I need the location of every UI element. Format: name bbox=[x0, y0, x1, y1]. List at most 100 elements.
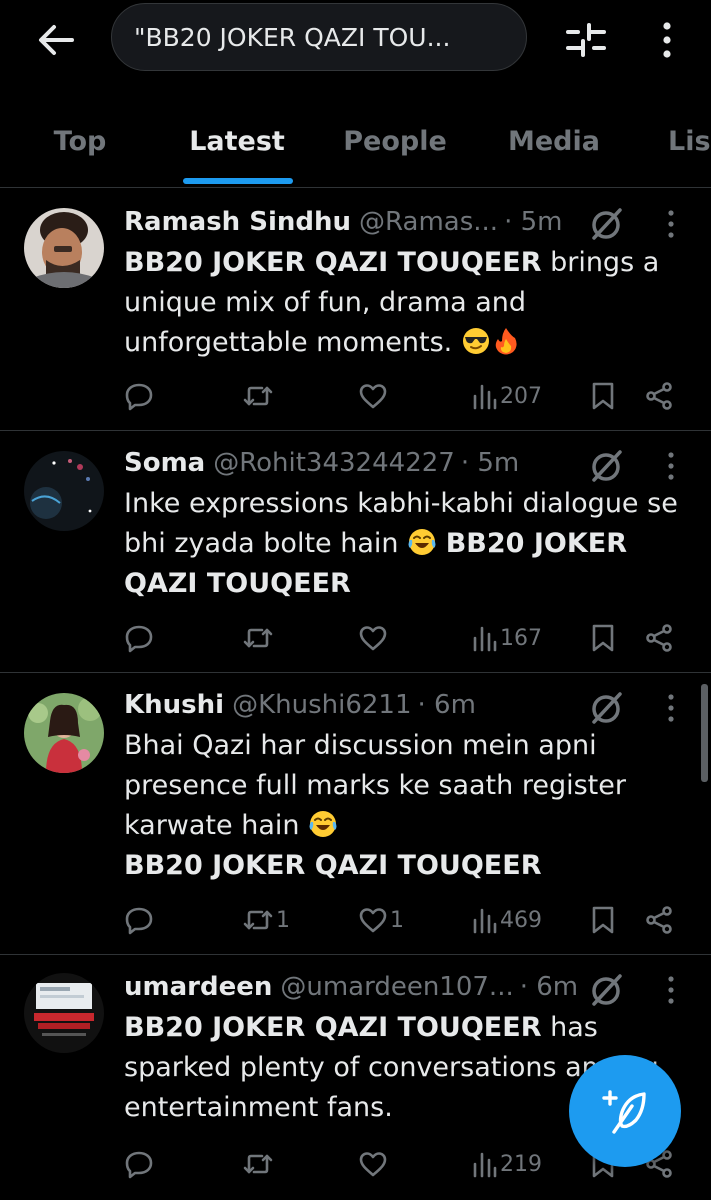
grok-button[interactable] bbox=[587, 688, 627, 728]
search-filter-button[interactable] bbox=[560, 16, 612, 64]
bookmark-icon bbox=[592, 906, 614, 934]
view-count: 219 bbox=[500, 1151, 542, 1177]
bookmark-button[interactable] bbox=[590, 900, 616, 940]
tab-people[interactable]: People bbox=[330, 95, 460, 187]
reply-button[interactable] bbox=[124, 618, 154, 658]
like-count: 1 bbox=[390, 907, 404, 933]
grok-icon bbox=[592, 208, 622, 240]
tweet-actions: 1 1 469 bbox=[124, 900, 684, 940]
grok-button[interactable] bbox=[587, 204, 627, 244]
more-options-button[interactable] bbox=[645, 16, 689, 64]
display-name[interactable]: Khushi bbox=[124, 690, 224, 720]
tab-top[interactable]: Top bbox=[25, 95, 135, 187]
tab-lists[interactable]: Lis bbox=[668, 95, 711, 187]
tweet-more-button[interactable] bbox=[656, 688, 686, 728]
tweet-text-pre: Bhai Qazi har discussion mein apni prese… bbox=[124, 730, 626, 841]
tweet-text: BB20 JOKER QAZI TOUQEER brings a unique … bbox=[124, 243, 694, 363]
tweet[interactable]: Ramash Sindhu @Ramas... · 5m BB20 JOKER … bbox=[0, 188, 711, 431]
timestamp[interactable]: · 5m bbox=[504, 207, 562, 237]
tweet-text: Bhai Qazi har discussion mein apni prese… bbox=[124, 726, 644, 886]
repost-button[interactable]: 1 bbox=[242, 900, 290, 940]
views-button[interactable]: 207 bbox=[472, 376, 542, 416]
bookmark-button[interactable] bbox=[590, 376, 616, 416]
like-button[interactable] bbox=[358, 1144, 388, 1184]
display-name[interactable]: Soma bbox=[124, 448, 205, 478]
grok-button[interactable] bbox=[587, 970, 627, 1010]
heart-icon bbox=[359, 626, 387, 651]
share-button[interactable] bbox=[644, 376, 674, 416]
views-button[interactable]: 469 bbox=[472, 900, 542, 940]
search-query: "BB20 JOKER QAZI TOU... bbox=[134, 22, 451, 52]
timestamp[interactable]: · 5m bbox=[461, 448, 519, 478]
avatar-photo bbox=[24, 208, 104, 288]
hashtag-phrase: BB20 JOKER QAZI TOUQEER bbox=[124, 247, 542, 278]
back-button[interactable] bbox=[32, 18, 80, 62]
share-icon bbox=[646, 906, 672, 934]
avatar[interactable] bbox=[24, 208, 104, 288]
share-icon bbox=[646, 382, 672, 410]
arrow-left-icon bbox=[39, 25, 74, 55]
search-tabs: Top Latest People Media Lis bbox=[0, 95, 711, 188]
like-button[interactable] bbox=[358, 618, 388, 658]
views-button[interactable]: 167 bbox=[472, 618, 542, 658]
avatar[interactable] bbox=[24, 973, 104, 1053]
reply-button[interactable] bbox=[124, 376, 154, 416]
display-name[interactable]: umardeen bbox=[124, 972, 272, 1002]
sliders-icon bbox=[566, 23, 606, 57]
bar-chart-icon bbox=[473, 908, 497, 934]
tweet-more-button[interactable] bbox=[656, 204, 686, 244]
user-handle[interactable]: @Khushi6211 bbox=[232, 690, 411, 720]
view-count: 167 bbox=[500, 625, 542, 651]
avatar[interactable] bbox=[24, 693, 104, 773]
search-input[interactable]: "BB20 JOKER QAZI TOU... bbox=[111, 3, 527, 71]
tweet[interactable]: Khushi @Khushi6211 · 6m Bhai Qazi har di… bbox=[0, 673, 711, 955]
reply-button[interactable] bbox=[124, 900, 154, 940]
tweet-text: Inke expressions kabhi-kabhi dialogue se… bbox=[124, 484, 694, 604]
reply-icon bbox=[125, 907, 153, 935]
grok-icon bbox=[592, 974, 622, 1006]
timestamp[interactable]: · 6m bbox=[418, 690, 476, 720]
view-count: 469 bbox=[500, 907, 542, 933]
views-button[interactable]: 219 bbox=[472, 1144, 542, 1184]
share-button[interactable] bbox=[644, 618, 674, 658]
bookmark-button[interactable] bbox=[590, 618, 616, 658]
like-button[interactable] bbox=[358, 376, 388, 416]
repost-icon bbox=[243, 386, 273, 406]
repost-icon bbox=[243, 1154, 273, 1174]
timestamp[interactable]: · 6m bbox=[520, 972, 578, 1002]
tweet-actions: 207 bbox=[124, 376, 684, 416]
heart-icon bbox=[359, 908, 387, 933]
share-button[interactable] bbox=[644, 900, 674, 940]
reply-button[interactable] bbox=[124, 1144, 154, 1184]
tab-latest[interactable]: Latest bbox=[172, 95, 302, 187]
like-button[interactable]: 1 bbox=[358, 900, 404, 940]
repost-icon bbox=[243, 910, 273, 930]
compose-post-button[interactable] bbox=[569, 1055, 681, 1167]
avatar[interactable] bbox=[24, 451, 104, 531]
tweet-more-button[interactable] bbox=[656, 446, 686, 486]
repost-button[interactable] bbox=[242, 1144, 274, 1184]
repost-button[interactable] bbox=[242, 376, 274, 416]
repost-icon bbox=[243, 628, 273, 648]
tweet[interactable]: Soma @Rohit343244227 · 5m Inke expressio… bbox=[0, 431, 711, 673]
sunglasses-emoji bbox=[462, 328, 489, 354]
bar-chart-icon bbox=[473, 1152, 497, 1178]
user-handle[interactable]: @Ramas... bbox=[359, 207, 498, 237]
tab-media[interactable]: Media bbox=[494, 95, 614, 187]
bar-chart-icon bbox=[473, 384, 497, 410]
reply-icon bbox=[125, 1151, 153, 1179]
display-name[interactable]: Ramash Sindhu bbox=[124, 207, 351, 237]
tweet-actions: 167 bbox=[124, 618, 684, 658]
reply-icon bbox=[125, 383, 153, 411]
repost-count: 1 bbox=[276, 907, 290, 933]
user-handle[interactable]: @Rohit343244227 bbox=[213, 448, 455, 478]
user-handle[interactable]: @umardeen107... bbox=[280, 972, 513, 1002]
grok-button[interactable] bbox=[587, 446, 627, 486]
hashtag-phrase: BB20 JOKER QAZI TOUQEER bbox=[124, 1012, 542, 1043]
tears-of-joy-emoji bbox=[309, 811, 337, 837]
repost-button[interactable] bbox=[242, 618, 274, 658]
tears-of-joy-emoji bbox=[408, 529, 436, 555]
bookmark-icon bbox=[592, 624, 614, 652]
tweet-more-button[interactable] bbox=[656, 970, 686, 1010]
feed-scrollbar[interactable] bbox=[701, 684, 708, 782]
